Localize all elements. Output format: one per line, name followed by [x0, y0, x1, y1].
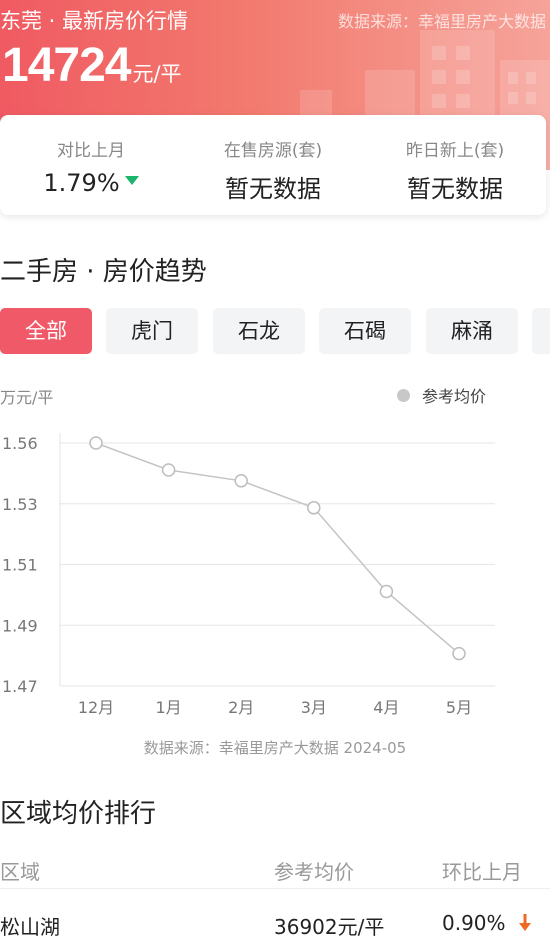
ranking-header: 区域 参考均价 环比上月 [0, 856, 550, 888]
y-tick-label: 1.53 [2, 495, 38, 514]
stat-value: 暂无数据 [225, 175, 321, 203]
ranking-title: 区域均价排行 [0, 799, 157, 829]
y-tick-label: 1.56 [2, 434, 38, 453]
tab-all[interactable]: 全部 [0, 308, 92, 354]
city-title: 东莞 · 最新房价行情 [0, 9, 189, 33]
building-window [432, 46, 446, 60]
tab-machong[interactable]: 麻涌 [426, 308, 518, 354]
x-tick-label: 12月 [78, 698, 114, 717]
tab-shilong[interactable]: 石龙 [213, 308, 305, 354]
building-window [526, 92, 536, 104]
row-area: 松山湖 [0, 915, 60, 939]
x-tick-label: 5月 [446, 698, 472, 717]
data-point [307, 501, 321, 515]
stat-value: 暂无数据 [407, 175, 503, 203]
price-trend-chart: 1.56 1.53 1.51 1.49 1.47 12月 1月 2月 3月 4月 5月 [2, 433, 495, 717]
building-window [508, 72, 518, 84]
stat-label: 昨日新上(套) [405, 141, 505, 161]
row-price: 36902元/平 [274, 915, 385, 939]
building-window [432, 94, 446, 108]
data-point [161, 463, 176, 477]
col-price: 参考均价 [274, 860, 354, 884]
y-tick-label: 1.47 [2, 677, 38, 696]
avg-price-value: 14724 [2, 39, 131, 92]
building-window [432, 70, 446, 84]
stat-on-sale: 在售房源(套) 暂无数据 [182, 115, 364, 204]
tab-more[interactable] [532, 308, 550, 354]
data-source: 数据来源：幸福里房产大数据 [337, 12, 546, 31]
stats-card: 对比上月 1.79% 在售房源(套) 暂无数据 昨日新上(套) 暂无数据 [0, 115, 546, 215]
avg-price-unit: 元/平 [132, 62, 182, 86]
building-window [456, 94, 470, 108]
building-window [508, 92, 518, 104]
building-window [456, 70, 470, 84]
data-point [234, 474, 248, 488]
down-triangle-icon [124, 175, 139, 185]
building-window [456, 46, 470, 60]
x-tick-label: 1月 [156, 698, 182, 717]
chart-source: 数据来源：幸福里房产大数据 2024-05 [143, 739, 407, 757]
data-point [379, 584, 394, 599]
data-point [89, 436, 103, 450]
y-tick-label: 1.51 [2, 556, 38, 575]
divider [0, 888, 550, 889]
table-row[interactable]: 松山湖 36902元/平 0.90% [0, 911, 550, 944]
series-line [95, 442, 460, 655]
down-arrow-icon [519, 914, 531, 931]
tab-humen[interactable]: 虎门 [106, 308, 198, 354]
x-tick-label: 3月 [301, 698, 327, 717]
data-point [452, 646, 466, 661]
district-tabs: 全部 虎门 石龙 石碣 麻涌 [0, 308, 550, 354]
x-tick-label: 2月 [228, 698, 254, 717]
y-tick-label: 1.49 [2, 616, 38, 635]
row-change: 0.90% [442, 911, 506, 935]
tab-shijie[interactable]: 石碣 [319, 308, 411, 354]
stat-month-change: 对比上月 1.79% [0, 115, 182, 197]
avg-price: 14724元/平 [2, 38, 182, 93]
stat-new-yesterday: 昨日新上(套) 暂无数据 [364, 115, 546, 204]
stat-label: 对比上月 [57, 141, 125, 161]
stat-value: 1.79% [0, 169, 182, 197]
trend-section-title: 二手房 · 房价趋势 [0, 257, 207, 287]
col-area: 区域 [0, 860, 40, 884]
stat-value-text: 1.79% [43, 169, 120, 197]
x-tick-label: 4月 [373, 698, 399, 717]
col-change: 环比上月 [442, 860, 522, 884]
building-window [526, 72, 536, 84]
stat-label: 在售房源(套) [223, 141, 323, 161]
